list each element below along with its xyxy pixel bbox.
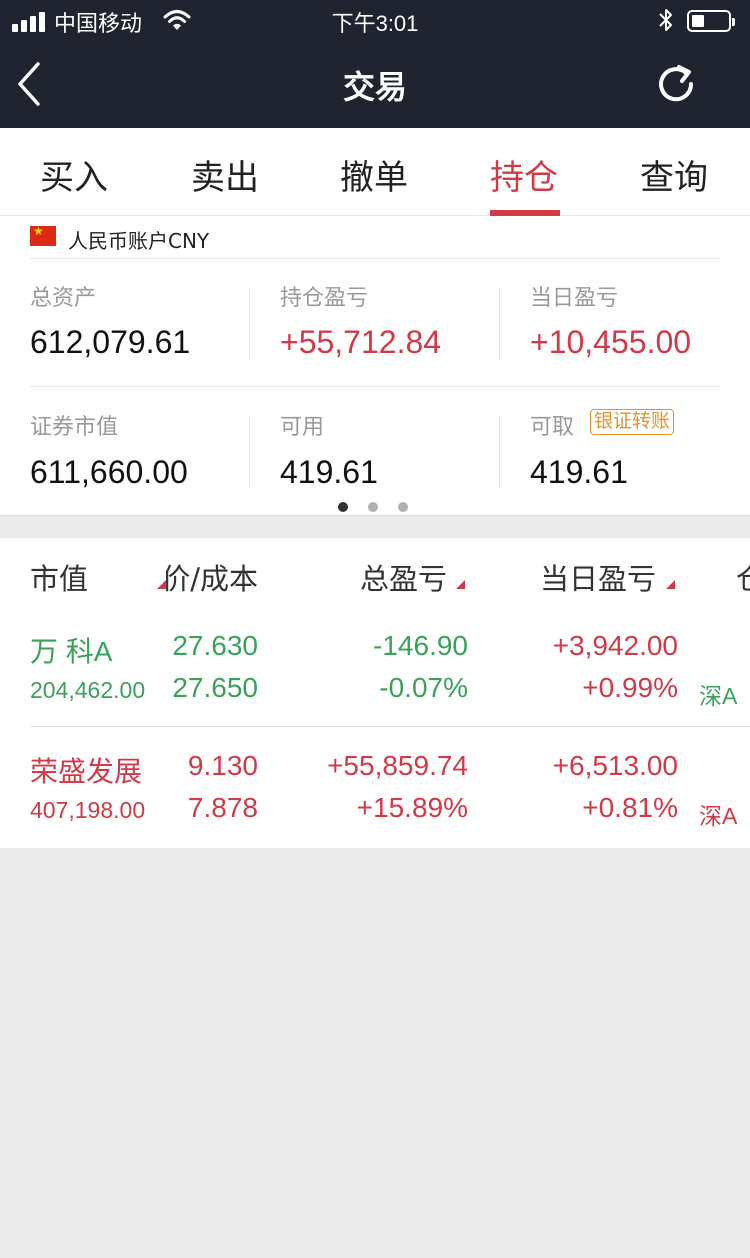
refresh-icon[interactable] — [654, 62, 698, 106]
column-header-price-cost[interactable]: 价/成本 — [166, 556, 258, 598]
cost-price: 27.650 — [172, 672, 258, 703]
column-header-daily-pl[interactable]: 当日盈亏 — [540, 556, 656, 598]
daily-pl: +3,942.00 — [552, 630, 678, 661]
available-value: 419.61 — [280, 454, 378, 490]
column-header-market-value[interactable]: 市值 — [30, 556, 88, 598]
divider — [499, 288, 500, 360]
tab-sell[interactable]: 卖出 — [191, 150, 259, 199]
market-tag: 深A — [699, 803, 738, 829]
divider — [30, 726, 750, 727]
market-tag: 深A — [699, 683, 738, 709]
stock-price: 9.130 — [187, 750, 258, 781]
cost-price: 7.878 — [187, 792, 258, 823]
sort-indicator-icon — [666, 580, 675, 589]
tab-buy[interactable]: 买入 — [40, 150, 108, 199]
market-value-value: 611,660.00 — [30, 454, 188, 490]
stock-name: 万 科A — [30, 636, 113, 667]
clock: 下午3:01 — [331, 11, 419, 36]
market-value-label: 证券市值 — [30, 415, 119, 440]
divider — [30, 258, 720, 259]
sort-indicator-icon — [456, 580, 465, 589]
position-pl-label: 持仓盈亏 — [280, 286, 369, 311]
tab-query[interactable]: 查询 — [640, 150, 708, 199]
total-pl: +55,859.74 — [327, 750, 468, 781]
battery-icon — [687, 10, 735, 32]
column-header-total-pl[interactable]: 总盈亏 — [360, 556, 447, 598]
total-assets-value: 612,079.61 — [30, 324, 191, 360]
total-pl-percent: +15.89% — [356, 792, 468, 823]
market-value: 204,462.00 — [30, 677, 146, 703]
withdrawable-value: 419.61 — [530, 454, 628, 490]
page-dot — [368, 502, 378, 512]
stock-price: 27.630 — [172, 630, 258, 661]
account-summary-card[interactable]: ★ 人民币账户CNY 总资产 612,079.61 持仓盈亏 +55,712.8… — [0, 216, 750, 516]
bluetooth-icon — [659, 9, 672, 31]
position-pl-value: +55,712.84 — [280, 324, 442, 360]
page-title: 交易 — [342, 68, 407, 106]
divider — [30, 386, 720, 387]
daily-pl-percent: +0.99% — [582, 672, 678, 703]
daily-pl-percent: +0.81% — [582, 792, 678, 823]
account-name: 人民币账户CNY — [68, 229, 210, 253]
china-flag-icon: ★ — [30, 225, 56, 246]
divider — [499, 416, 500, 488]
page-indicator[interactable] — [338, 502, 408, 512]
tab-positions[interactable]: 持仓 — [490, 150, 558, 199]
sort-indicator-icon — [157, 580, 166, 589]
divider — [249, 416, 250, 488]
column-header-position[interactable]: 仓 — [736, 556, 750, 598]
daily-pl-value: +10,455.00 — [530, 324, 692, 360]
page-dot — [398, 502, 408, 512]
status-bar: 中国移动 下午3:01 — [0, 0, 750, 40]
divider — [249, 288, 250, 360]
daily-pl-label: 当日盈亏 — [530, 286, 619, 311]
daily-pl: +6,513.00 — [552, 750, 678, 781]
total-pl-percent: -0.07% — [379, 672, 468, 703]
market-value: 407,198.00 — [30, 797, 146, 823]
top-bar: 中国移动 下午3:01 交易 — [0, 0, 750, 128]
trade-tabs: 买入 卖出 撤单 持仓 查询 — [0, 128, 750, 216]
available-label: 可用 — [280, 415, 325, 440]
tab-cancel-order[interactable]: 撤单 — [340, 150, 408, 199]
bank-transfer-button[interactable]: 银证转账 — [590, 409, 675, 435]
withdrawable-label: 可取 — [530, 415, 575, 440]
page-dot — [338, 502, 348, 512]
holdings-list[interactable]: 市值 价/成本 总盈亏 当日盈亏 仓 万 科A 27.630 -146.90 +… — [0, 538, 750, 848]
stock-name: 荣盛发展 — [30, 756, 143, 787]
total-assets-label: 总资产 — [30, 286, 97, 311]
total-pl: -146.90 — [373, 630, 468, 661]
